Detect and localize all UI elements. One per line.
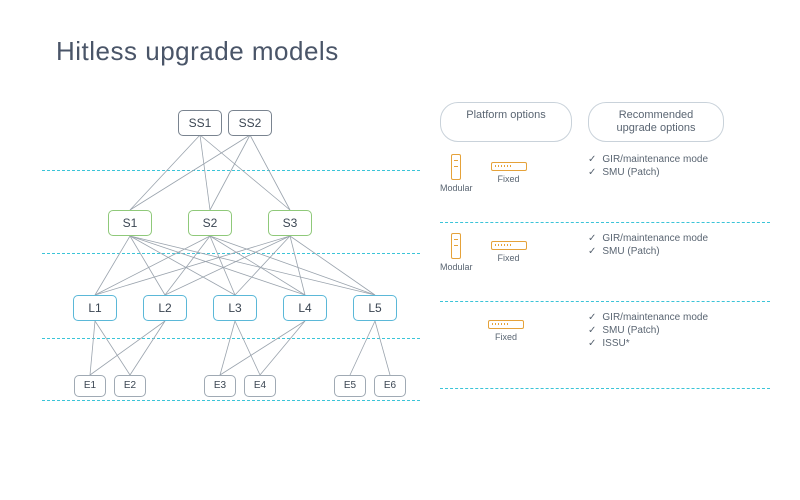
upgrade-option: SMU (Patch)	[588, 246, 748, 257]
node-l1: L1	[73, 295, 117, 321]
platform-modular: Modular	[440, 154, 473, 193]
upgrade-option: ISSU*	[588, 338, 748, 349]
node-e2: E2	[114, 375, 146, 397]
legend-row-superspine: Modular Fixed GIR/maintenance mode SMU (…	[440, 150, 770, 222]
fixed-icon	[488, 320, 524, 329]
upgrade-options: GIR/maintenance mode SMU (Patch) ISSU*	[588, 308, 748, 351]
node-s2: S2	[188, 210, 232, 236]
node-s3: S3	[268, 210, 312, 236]
node-s1: S1	[108, 210, 152, 236]
node-e5: E5	[334, 375, 366, 397]
page-title: Hitless upgrade models	[56, 36, 339, 67]
upgrade-option: GIR/maintenance mode	[588, 154, 748, 165]
platform-modular: Modular	[440, 233, 473, 272]
header-platform: Platform options	[440, 102, 572, 142]
node-e1: E1	[74, 375, 106, 397]
topology-diagram: SS1 SS2 S1 S2 S3 L1 L2 L3 L4 L5 E1 E2 E3…	[40, 100, 410, 430]
legend-panel: Platform options Recommended upgrade opt…	[440, 102, 770, 395]
legend-row-spine: Modular Fixed GIR/maintenance mode SMU (…	[440, 229, 770, 301]
header-upgrade: Recommended upgrade options	[588, 102, 724, 142]
upgrade-option: GIR/maintenance mode	[588, 312, 748, 323]
node-e6: E6	[374, 375, 406, 397]
platform-label: Fixed	[498, 174, 520, 184]
platform-fixed: Fixed	[491, 233, 527, 263]
node-l4: L4	[283, 295, 327, 321]
fixed-icon	[491, 241, 527, 250]
upgrade-option: SMU (Patch)	[588, 325, 748, 336]
legend-divider	[440, 301, 770, 302]
fixed-icon	[491, 162, 527, 171]
node-ss1: SS1	[178, 110, 222, 136]
legend-row-leaf: Fixed GIR/maintenance mode SMU (Patch) I…	[440, 308, 770, 388]
node-ss2: SS2	[228, 110, 272, 136]
node-l3: L3	[213, 295, 257, 321]
platform-label: Fixed	[498, 253, 520, 263]
platform-label: Modular	[440, 183, 473, 193]
legend-divider	[440, 222, 770, 223]
upgrade-options: GIR/maintenance mode SMU (Patch)	[588, 229, 748, 259]
upgrade-options: GIR/maintenance mode SMU (Patch)	[588, 150, 748, 180]
node-e3: E3	[204, 375, 236, 397]
modular-icon	[451, 154, 461, 180]
platform-fixed: Fixed	[491, 154, 527, 184]
platform-label: Modular	[440, 262, 473, 272]
modular-icon	[451, 233, 461, 259]
node-l5: L5	[353, 295, 397, 321]
upgrade-option: SMU (Patch)	[588, 167, 748, 178]
node-e4: E4	[244, 375, 276, 397]
node-l2: L2	[143, 295, 187, 321]
upgrade-option: GIR/maintenance mode	[588, 233, 748, 244]
legend-divider	[440, 388, 770, 389]
platform-fixed: Fixed	[488, 312, 524, 342]
platform-label: Fixed	[495, 332, 517, 342]
